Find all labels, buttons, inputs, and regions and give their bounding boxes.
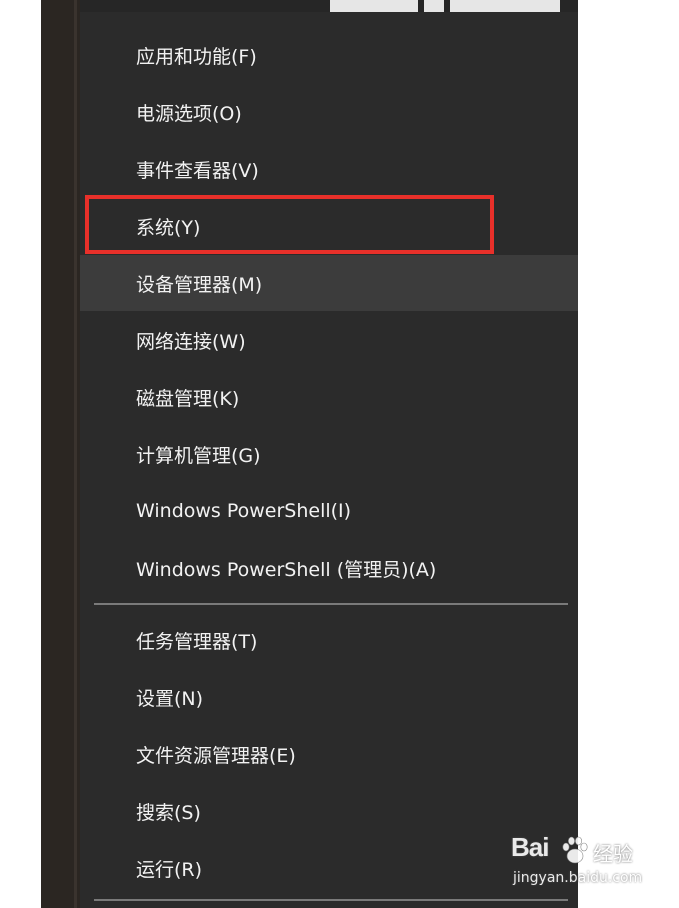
background-window-pane xyxy=(424,0,444,12)
menu-item-power-options[interactable]: 电源选项(O) xyxy=(80,84,578,140)
menu-item-event-viewer[interactable]: 事件查看器(V) xyxy=(80,141,578,197)
menu-item-apps-and-features[interactable]: 应用和功能(F) xyxy=(80,27,578,83)
menu-item-disk-management[interactable]: 磁盘管理(K) xyxy=(80,369,578,425)
watermark-brand-suffix: 经验 xyxy=(593,842,633,866)
menu-item-network-connections[interactable]: 网络连接(W) xyxy=(80,312,578,368)
menu-item-search[interactable]: 搜索(S) xyxy=(80,783,578,839)
menu-separator xyxy=(94,899,568,901)
watermark-brand: Bai xyxy=(511,832,549,862)
background-window-edge xyxy=(80,0,578,12)
background-window-pane xyxy=(450,0,560,12)
menu-item-device-manager[interactable]: 设备管理器(M) xyxy=(80,255,578,311)
menu-item-computer-management[interactable]: 计算机管理(G) xyxy=(80,426,578,482)
menu-item-system[interactable]: 系统(Y) xyxy=(80,198,578,254)
menu-item-file-explorer[interactable]: 文件资源管理器(E) xyxy=(80,726,578,782)
menu-separator xyxy=(94,603,568,605)
baidu-paw-icon xyxy=(559,834,591,870)
menu-item-task-manager[interactable]: 任务管理器(T) xyxy=(80,612,578,668)
background-window-pane xyxy=(330,0,418,12)
desktop-divider xyxy=(74,0,77,908)
watermark-url: jingyan.baidu.com xyxy=(513,870,643,886)
menu-item-powershell[interactable]: Windows PowerShell(I) xyxy=(80,483,578,539)
menu-item-powershell-admin[interactable]: Windows PowerShell (管理员)(A) xyxy=(80,540,578,596)
baidu-jingyan-watermark: Bai 经验 jingyan.baidu.com xyxy=(511,832,643,894)
menu-item-run[interactable]: 运行(R) xyxy=(80,840,578,896)
winx-context-menu: 应用和功能(F) 电源选项(O) 事件查看器(V) 系统(Y) 设备管理器(M)… xyxy=(80,12,578,908)
menu-item-settings[interactable]: 设置(N) xyxy=(80,669,578,725)
screenshot: 应用和功能(F) 电源选项(O) 事件查看器(V) 系统(Y) 设备管理器(M)… xyxy=(0,0,679,908)
